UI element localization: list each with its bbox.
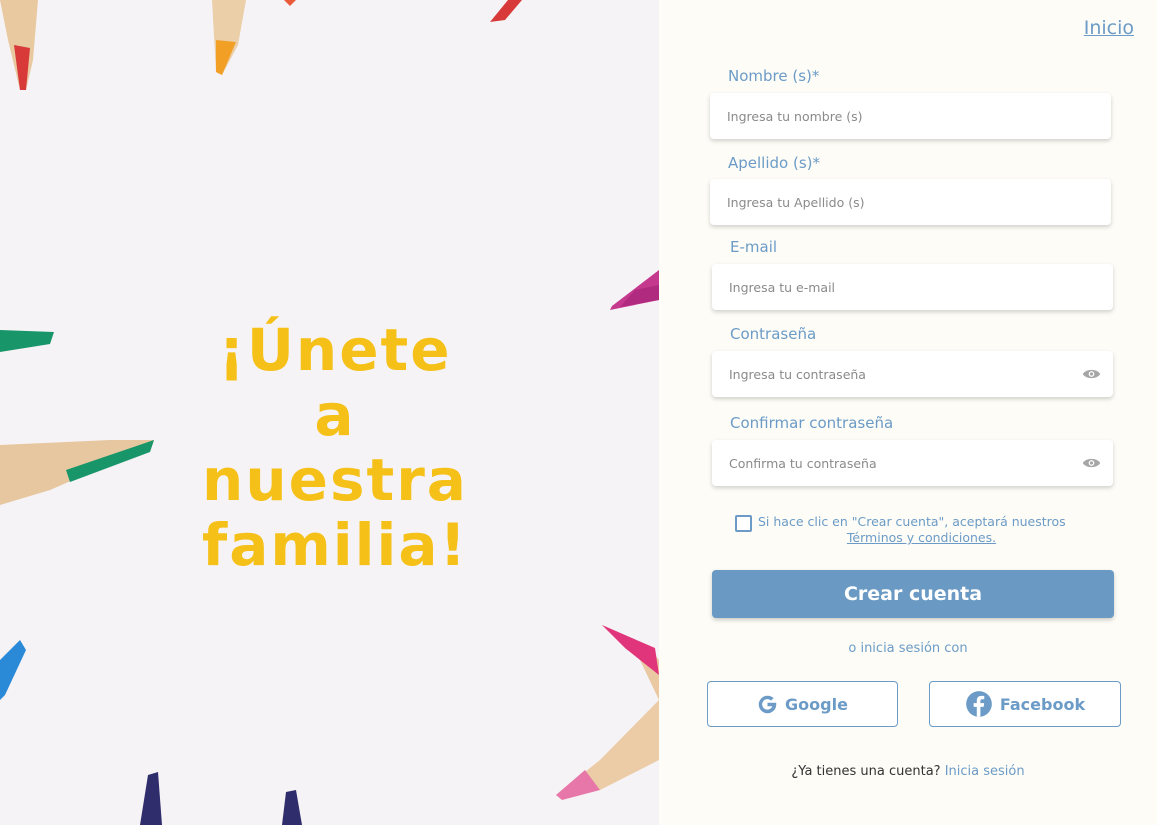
- email-field-box: [712, 264, 1113, 310]
- home-link[interactable]: Inicio: [1084, 17, 1134, 39]
- confirm-password-input[interactable]: [729, 440, 1069, 486]
- facebook-label: Facebook: [999, 694, 1086, 714]
- google-button[interactable]: Google: [707, 681, 898, 727]
- google-icon: [758, 695, 777, 713]
- headline-line-2: nuestra: [202, 446, 468, 514]
- hero-panel: ¡Únete a nuestra familia!: [0, 0, 659, 825]
- terms-checkbox[interactable]: [735, 515, 752, 532]
- headline-line-1: ¡Únete a: [218, 316, 452, 449]
- create-account-button[interactable]: Crear cuenta: [712, 570, 1114, 618]
- password-input[interactable]: [729, 351, 1069, 397]
- terms-link[interactable]: Términos y condiciones.: [758, 530, 1085, 546]
- confirm-password-field-box: [712, 440, 1113, 486]
- terms-section: Si hace clic en "Crear cuenta", aceptará…: [735, 514, 1085, 546]
- eye-icon[interactable]: [1082, 456, 1101, 470]
- login-prompt: ¿Ya tienes una cuenta? Inicia sesión: [659, 764, 1157, 779]
- login-link[interactable]: Inicia sesión: [945, 764, 1025, 779]
- email-input[interactable]: [729, 264, 1069, 310]
- google-label: Google: [785, 694, 848, 714]
- first-name-label: Nombre (s)*: [728, 67, 820, 85]
- eye-icon[interactable]: [1082, 367, 1101, 381]
- signup-panel: Inicio Nombre (s)* Apellido (s)* E-mail …: [659, 0, 1157, 825]
- confirm-password-label: Confirmar contraseña: [730, 414, 894, 432]
- facebook-button[interactable]: Facebook: [929, 681, 1121, 727]
- last-name-label: Apellido (s)*: [728, 154, 820, 172]
- social-divider-text: o inicia sesión con: [848, 641, 968, 656]
- last-name-field-box: [710, 179, 1111, 225]
- first-name-field-box: [710, 93, 1111, 139]
- email-label: E-mail: [730, 238, 778, 256]
- password-field-box: [712, 351, 1113, 397]
- facebook-icon: [966, 691, 992, 717]
- hero-headline: ¡Únete a nuestra familia!: [190, 318, 480, 578]
- login-question: ¿Ya tienes una cuenta?: [791, 764, 941, 779]
- last-name-input[interactable]: [727, 179, 1067, 225]
- password-label: Contraseña: [730, 325, 817, 343]
- terms-text: Si hace clic en "Crear cuenta", aceptará…: [758, 514, 1066, 529]
- first-name-input[interactable]: [727, 93, 1067, 139]
- headline-line-3: familia!: [201, 511, 469, 579]
